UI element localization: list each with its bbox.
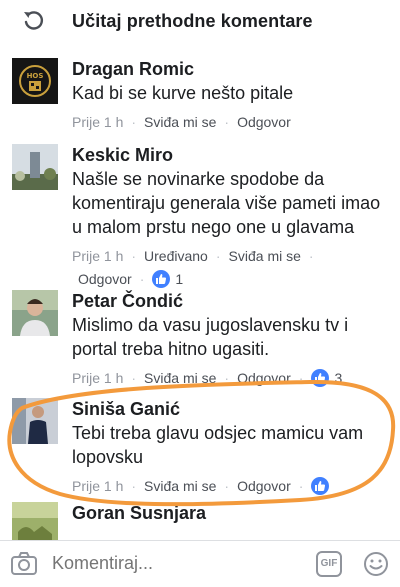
comment-time[interactable]: Prije 1 h <box>72 370 123 386</box>
like-link[interactable]: Sviđa mi se <box>144 114 216 130</box>
load-previous-label[interactable]: Učitaj prethodne komentare <box>72 11 313 32</box>
like-link[interactable]: Sviđa mi se <box>144 478 216 494</box>
load-previous-comments[interactable]: Učitaj prethodne komentare <box>0 0 400 44</box>
avatar[interactable] <box>12 290 58 336</box>
comment-time[interactable]: Prije 1 h <box>72 478 123 494</box>
comment-meta: Prije 1 h · Sviđa mi se · Odgovor · 3 <box>72 369 343 387</box>
comment-text: Mislimo da vasu jugoslavensku tv i porta… <box>72 315 349 359</box>
comment-composer: GIF <box>0 540 400 587</box>
comment-time[interactable]: Prije 1 h <box>72 248 123 264</box>
like-thumb-icon[interactable] <box>152 270 171 288</box>
reaction-count[interactable]: 1 <box>175 271 183 287</box>
comment-author[interactable]: Siniša Ganić <box>72 398 392 420</box>
comment-meta: Prije 1 h · Sviđa mi se · Odgovor · <box>72 476 392 496</box>
comment-meta: Prije 1 h · Sviđa mi se · Odgovor <box>72 114 291 130</box>
reply-link[interactable]: Odgovor <box>237 478 291 494</box>
reply-link[interactable]: Odgovor <box>237 114 291 130</box>
like-thumb-icon[interactable] <box>311 477 330 495</box>
comment-author[interactable]: Dragan Romic <box>72 58 392 80</box>
edited-link[interactable]: Uređivano <box>144 248 208 264</box>
svg-text:HOS: HOS <box>27 72 44 80</box>
like-link[interactable]: Sviđa mi se <box>144 370 216 386</box>
comment-input[interactable] <box>52 553 292 574</box>
avatar[interactable] <box>12 398 58 444</box>
like-link[interactable]: Sviđa mi se <box>229 248 301 264</box>
smiley-icon[interactable] <box>362 550 390 583</box>
reply-link[interactable]: Odgovor <box>78 271 132 287</box>
reaction-count[interactable]: 3 <box>334 370 342 386</box>
comment-author[interactable]: Petar Čondić <box>72 290 392 312</box>
like-thumb-icon[interactable] <box>311 369 330 387</box>
comment-meta-line-2: Odgovor · 1 <box>78 270 184 288</box>
comment-meta: Prije 1 h · Uređivano · Sviđa mi se · <box>72 248 314 264</box>
comment-text: Tebi treba glavu odsjec mamicu vam lopov… <box>72 423 364 467</box>
avatar[interactable]: HOS <box>12 58 58 104</box>
camera-icon[interactable] <box>10 551 38 582</box>
gif-icon[interactable]: GIF <box>316 551 342 577</box>
comment-author[interactable]: Goran Susnjara <box>72 502 392 524</box>
comment-time[interactable]: Prije 1 h <box>72 114 123 130</box>
comment-author[interactable]: Keskic Miro <box>72 144 392 166</box>
reply-link[interactable]: Odgovor <box>237 370 291 386</box>
avatar[interactable] <box>12 144 58 190</box>
undo-arrow-icon <box>22 10 44 32</box>
comment-text: Našle se novinarke spodobe da komentiraj… <box>72 169 381 237</box>
comment-text: Kad bi se kurve nešto pitale <box>72 83 294 103</box>
